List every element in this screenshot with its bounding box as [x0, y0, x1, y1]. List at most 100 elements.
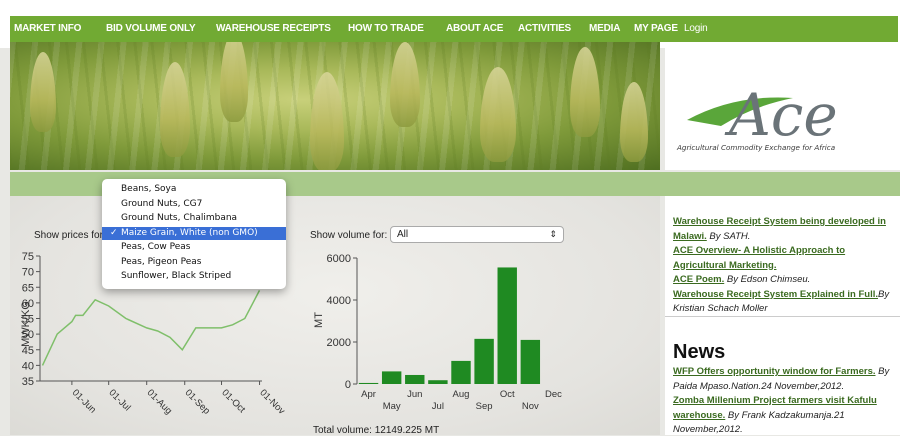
ace-logo: Ace Agricultural Commodity Exchange for … [676, 81, 838, 152]
volume-bar [497, 267, 517, 384]
price-y-tick-label: 65 [22, 282, 34, 294]
volume-y-tick-label: 4000 [327, 295, 351, 307]
volume-bar [451, 360, 471, 384]
logo-tagline: Agricultural Commodity Exchange for Afri… [676, 143, 835, 152]
article-link[interactable]: Malawi. [673, 231, 707, 242]
nav-about-ace[interactable]: ABOUT ACE [446, 16, 503, 42]
price-y-axis-label: MWK/KG [20, 301, 32, 347]
article-link[interactable]: warehouse. [673, 410, 725, 421]
nav-bar: MARKET INFO BID VOLUME ONLY WAREHOUSE RE… [10, 16, 898, 42]
article-link[interactable]: Zomba Millenium Project farmers visit Ka… [673, 395, 877, 406]
volume-y-tick-label: 6000 [327, 253, 351, 265]
dropdown-option-label: Maize Grain, White (non GMO) [121, 227, 258, 238]
sidebar-line: WFP Offers opportunity window for Farmer… [673, 366, 889, 377]
nav-how-to-trade[interactable]: HOW TO TRADE [348, 16, 424, 42]
byline-text: Kristian Schach Moller [673, 303, 768, 314]
price-x-tick-label: 01-Jul [107, 387, 133, 413]
sidebar-line: ACE Overview- A Holistic Approach to [673, 245, 845, 256]
volume-x-tick-label: Sep [476, 401, 493, 412]
dropdown-option[interactable]: Peas, Cow Peas [102, 241, 286, 254]
nav-market-info[interactable]: MARKET INFO [14, 16, 81, 42]
price-x-tick-label: 01-Aug [145, 387, 174, 416]
dropdown-option[interactable]: Ground Nuts, Chalimbana [102, 212, 286, 225]
volume-y-tick-label: 2000 [327, 337, 351, 349]
top-navigation: MARKET INFO BID VOLUME ONLY WAREHOUSE RE… [0, 0, 900, 48]
byline-text: By SATH. [706, 230, 751, 242]
commodity-dropdown-menu[interactable]: Beans, Soya Ground Nuts, CG7 Ground Nuts, … [102, 179, 286, 289]
sidebar-line: Malawi. By SATH. [673, 231, 750, 242]
volume-bar [381, 371, 402, 384]
byline-text: By [878, 288, 890, 300]
price-x-tick-label: 01-Oct [219, 387, 247, 415]
sidebar-line: Kristian Schach Moller [673, 303, 768, 314]
volume-bar [520, 339, 541, 384]
volume-x-tick-label: May [383, 401, 401, 412]
dropdown-option[interactable]: Ground Nuts, CG7 [102, 198, 286, 211]
price-x-tick-label: 01-Jun [70, 387, 98, 415]
volume-bar [358, 382, 379, 384]
nav-bid-volume-only[interactable]: BID VOLUME ONLY [106, 16, 196, 42]
volume-bar [405, 374, 425, 384]
sidebar-line: Zomba Millenium Project farmers visit Ka… [673, 395, 877, 406]
volume-y-tick-label: 0 [345, 379, 351, 391]
dropdown-option-label: Ground Nuts, CG7 [121, 198, 203, 209]
nav-media[interactable]: MEDIA [589, 16, 620, 42]
article-link[interactable]: ACE Overview- A Holistic Approach to [673, 245, 845, 256]
byline-text: By [875, 366, 890, 377]
volume-y-axis-label: MT [313, 312, 325, 328]
total-volume: Total volume: 12149.225 MT [313, 425, 440, 436]
byline-text: By Frank Kadzakumanja.21 [725, 409, 845, 421]
volume-x-tick-label: Aug [453, 389, 470, 400]
price-x-tick-label: 01-Nov [257, 387, 287, 417]
article-link[interactable]: WFP Offers opportunity window for Farmer… [673, 366, 876, 377]
sidebar-line: warehouse. By Frank Kadzakumanja.21 [673, 410, 845, 421]
sidebar-line: Agricultural Marketing. [673, 260, 776, 271]
dropdown-option[interactable]: Beans, Soya [102, 183, 286, 196]
volume-bar [474, 338, 494, 384]
article-link[interactable]: Warehouse Receipt System Explained in Fu… [673, 289, 878, 300]
nav-warehouse-receipts[interactable]: WAREHOUSE RECEIPTS [216, 16, 331, 42]
dropdown-option[interactable]: ✓ Maize Grain, White (non GMO) [102, 226, 286, 240]
article-link[interactable]: Agricultural Marketing. [673, 260, 776, 271]
volume-bar [428, 380, 448, 384]
price-x-tick-label: 01-Sep [183, 387, 212, 416]
price-y-tick-label: 35 [22, 376, 34, 388]
sidebar-line: Warehouse Receipt System being developed… [673, 216, 886, 227]
dropdown-option-label: Ground Nuts, Chalimbana [121, 213, 238, 223]
wheat-banner-image [10, 42, 660, 170]
volume-x-tick-label: Oct [500, 389, 515, 400]
price-y-tick-label: 70 [22, 267, 34, 279]
sidebar-line: ACE Poem. By Edson Chimseu. [673, 274, 810, 285]
volume-bar-chart: 0 2000 4000 6000 Apr May Jun Jul Aug Sep Oct Nov Dec… [313, 253, 562, 412]
sidebar-line: Warehouse Receipt System Explained in Fu… [673, 289, 889, 300]
sidebar-line: Paida Mpaso.Nation.24 November,2012. [673, 381, 844, 392]
nav-activities[interactable]: ACTIVITIES [518, 16, 571, 42]
volume-x-tick-label: Jun [407, 389, 422, 400]
logo-panel: Ace Agricultural Commodity Exchange for … [665, 42, 900, 170]
dropdown-option-label: Beans, Soya [121, 184, 177, 194]
sidebar: Warehouse Receipt System being developed… [665, 196, 900, 435]
price-y-tick-label: 40 [22, 360, 34, 372]
dropdown-option[interactable]: Peas, Pigeon Peas [102, 256, 286, 269]
dropdown-option-label: Peas, Pigeon Peas [121, 256, 202, 267]
dropdown-option-label: Sunflower, Black Striped [121, 271, 232, 281]
volume-x-tick-label: Apr [361, 389, 376, 400]
byline-text: November,2012. [673, 424, 743, 435]
price-y-tick-label: 75 [22, 251, 34, 263]
volume-x-tick-label: Jul [432, 401, 444, 412]
article-link[interactable]: Warehouse Receipt System being developed… [673, 216, 886, 227]
price-series-line [41, 290, 261, 366]
article-link[interactable]: ACE Poem. [673, 274, 724, 285]
checkmark-icon: ✓ [110, 227, 118, 238]
dropdown-option-label: Peas, Cow Peas [121, 242, 191, 252]
nav-my-page[interactable]: MY PAGE [634, 16, 678, 42]
login-link[interactable]: Login [684, 16, 708, 42]
byline-text: Paida Mpaso.Nation.24 November,2012. [673, 380, 845, 392]
news-heading: News [673, 341, 726, 363]
sidebar-divider [665, 316, 900, 317]
volume-x-tick-label: Dec [545, 389, 562, 400]
dropdown-option[interactable]: Sunflower, Black Striped [102, 270, 286, 283]
byline-text: By Edson Chimseu. [724, 274, 811, 285]
logo-mark: Ace [724, 81, 838, 149]
sidebar-line: November,2012. [673, 424, 743, 435]
